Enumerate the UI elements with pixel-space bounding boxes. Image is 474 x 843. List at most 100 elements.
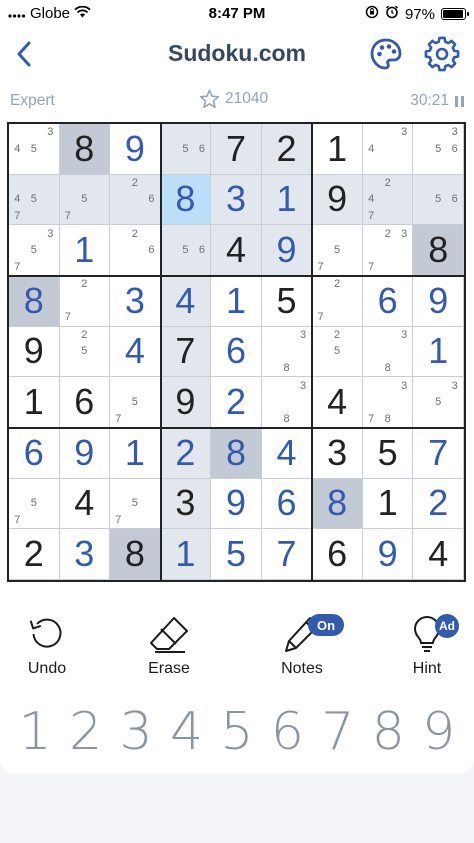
board-cell[interactable]: 6 [211, 326, 262, 378]
board-cell[interactable]: 3 [211, 174, 262, 226]
score-display: 21040 [199, 89, 268, 109]
board-cell[interactable]: 5 [261, 276, 313, 327]
board-cell[interactable]: 1 [312, 124, 363, 175]
board-cell[interactable]: 35 [413, 377, 464, 428]
board-cell[interactable]: 8 [211, 428, 262, 479]
board-cell[interactable]: 6 [362, 276, 414, 327]
board-cell[interactable]: 3 78 [362, 377, 414, 428]
board-cell[interactable]: 7 [211, 124, 262, 175]
board-cell[interactable]: 38 [261, 377, 313, 428]
pause-icon[interactable] [455, 95, 464, 107]
board-cell[interactable]: 2 [413, 478, 464, 530]
undo-button[interactable]: Undo [7, 614, 87, 678]
board-cell[interactable]: 8 [110, 529, 161, 580]
board-cell[interactable]: 3 [110, 276, 161, 327]
number-button-9[interactable]: 9 [416, 702, 462, 762]
timer[interactable]: 30:21 [410, 92, 464, 110]
board-cell[interactable]: 1 [211, 276, 262, 327]
board-cell[interactable]: 6 [59, 377, 111, 428]
board-cell[interactable]: 6 [9, 428, 60, 479]
board-cell[interactable]: 27 [312, 276, 363, 327]
board-cell[interactable]: 6 [312, 529, 363, 580]
board-cell[interactable]: 4 [59, 478, 111, 530]
board-cell[interactable]: 4 [312, 377, 363, 428]
board-cell[interactable]: 4 [413, 529, 464, 580]
board-cell[interactable]: 1 [413, 326, 464, 378]
board-cell[interactable]: 38 [261, 326, 313, 378]
board-cell[interactable]: 1 [261, 174, 313, 226]
board-cell[interactable]: 453 [9, 124, 60, 175]
board-cell[interactable]: 9 [312, 174, 363, 226]
board-cell[interactable]: 4 [261, 428, 313, 479]
board-cell[interactable]: 57 [312, 225, 363, 276]
board-cell[interactable]: 7 [413, 428, 464, 479]
board-cell[interactable]: 9 [413, 276, 464, 327]
board-cell[interactable]: 4 [211, 225, 262, 276]
board-cell[interactable]: 457 [9, 174, 60, 226]
board-cell[interactable]: 6 [261, 478, 313, 530]
board-cell[interactable]: 2 [261, 124, 313, 175]
board-cell[interactable]: 5 [211, 529, 262, 580]
board-cell[interactable]: 4 [110, 326, 161, 378]
board-cell[interactable]: 3 [312, 428, 363, 479]
board-cell[interactable]: 27 [59, 276, 111, 327]
board-cell[interactable]: 1 [9, 377, 60, 428]
number-button-3[interactable]: 3 [113, 702, 159, 762]
board-cell[interactable]: 56 [160, 225, 212, 276]
board-cell[interactable]: 9 [9, 326, 60, 378]
board-cell[interactable]: 9 [160, 377, 212, 428]
erase-button[interactable]: Erase [129, 614, 209, 678]
board-cell[interactable]: 57 [110, 377, 161, 428]
board-cell[interactable]: 57 [59, 174, 111, 226]
board-cell[interactable]: 2 [211, 377, 262, 428]
board-cell[interactable]: 9 [59, 428, 111, 479]
board-cell[interactable]: 7 [160, 326, 212, 378]
board-cell[interactable]: 356 [413, 124, 464, 175]
board-cell[interactable]: 1 [59, 225, 111, 276]
cell-value: 4 [327, 381, 348, 423]
board-cell[interactable]: 24 7 [362, 174, 414, 226]
number-button-6[interactable]: 6 [264, 702, 310, 762]
board-cell[interactable]: 2 [160, 428, 212, 479]
theme-button[interactable] [368, 36, 404, 72]
hint-button[interactable]: Ad Hint [387, 614, 467, 678]
board-cell[interactable]: 8 [160, 174, 212, 226]
board-cell[interactable]: 9 [110, 124, 161, 175]
board-cell[interactable]: 4 [160, 276, 212, 327]
board-cell[interactable]: 23 7 [362, 225, 414, 276]
board-cell[interactable]: 7 [261, 529, 313, 580]
board-cell[interactable]: 9 [261, 225, 313, 276]
board-cell[interactable]: 26 [110, 225, 161, 276]
board-cell[interactable]: 8 [59, 124, 111, 175]
board-cell[interactable]: 8 [312, 478, 363, 530]
settings-button[interactable] [424, 36, 460, 72]
board-cell[interactable]: 38 [362, 326, 414, 378]
number-button-2[interactable]: 2 [63, 702, 109, 762]
notes-button[interactable]: On Notes [262, 614, 344, 678]
board-cell[interactable]: 2 [9, 529, 60, 580]
number-button-1[interactable]: 1 [12, 702, 58, 762]
board-cell[interactable]: 1 [362, 478, 414, 530]
board-cell[interactable]: 43 [362, 124, 414, 175]
board-cell[interactable]: 1 [110, 428, 161, 479]
number-button-4[interactable]: 4 [164, 702, 210, 762]
number-button-8[interactable]: 8 [365, 702, 411, 762]
board-cell[interactable]: 56 [160, 124, 212, 175]
board-cell[interactable]: 25 [312, 326, 363, 378]
board-cell[interactable]: 57 [9, 478, 60, 530]
board-cell[interactable]: 9 [211, 478, 262, 530]
board-cell[interactable]: 56 [413, 174, 464, 226]
board-cell[interactable]: 25 [59, 326, 111, 378]
board-cell[interactable]: 8 [413, 225, 464, 276]
board-cell[interactable]: 8 [9, 276, 60, 327]
board-cell[interactable]: 3 [59, 529, 111, 580]
board-cell[interactable]: 26 [110, 174, 161, 226]
board-cell[interactable]: 3 [160, 478, 212, 530]
board-cell[interactable]: 1 [160, 529, 212, 580]
board-cell[interactable]: 357 [9, 225, 60, 276]
board-cell[interactable]: 5 [362, 428, 414, 479]
board-cell[interactable]: 57 [110, 478, 161, 530]
number-button-5[interactable]: 5 [214, 702, 260, 762]
number-button-7[interactable]: 7 [315, 702, 361, 762]
board-cell[interactable]: 9 [362, 529, 414, 580]
